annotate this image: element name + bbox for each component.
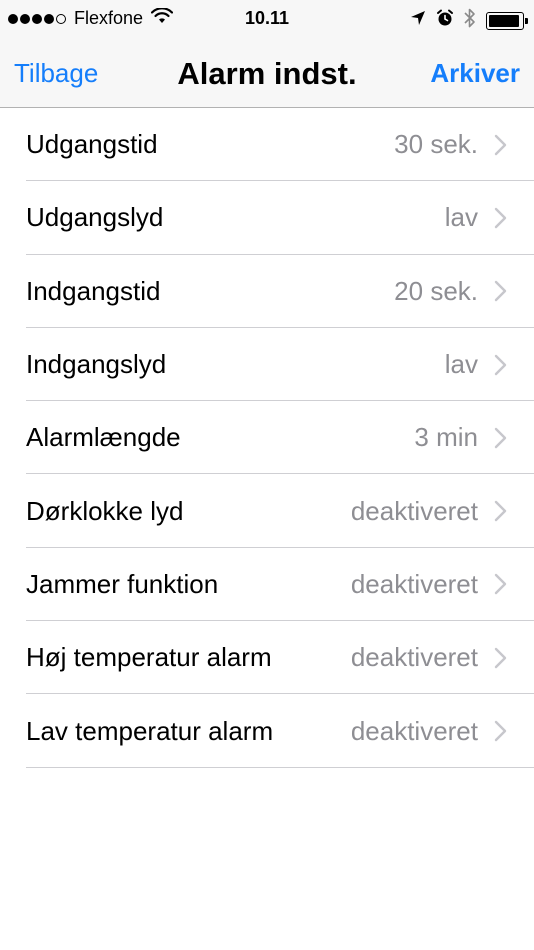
setting-row-jammer-funktion[interactable]: Jammer funktion deaktiveret	[0, 548, 534, 622]
setting-row-lav-temperatur-alarm[interactable]: Lav temperatur alarm deaktiveret	[0, 694, 534, 768]
save-button[interactable]: Arkiver	[430, 58, 520, 89]
chevron-right-icon	[494, 353, 508, 377]
status-left: Flexfone	[8, 7, 174, 29]
signal-dot	[32, 13, 42, 24]
setting-value: deaktiveret	[350, 495, 478, 526]
battery-icon	[486, 11, 528, 30]
setting-label: Indgangslyd	[26, 349, 167, 380]
setting-row-udgangstid[interactable]: Udgangstid 30 sek.	[0, 108, 534, 182]
setting-row-hoej-temperatur-alarm[interactable]: Høj temperatur alarm deaktiveret	[0, 621, 534, 695]
setting-value: 3 min	[414, 422, 478, 453]
setting-value: lav	[444, 349, 478, 380]
setting-value: 30 sek.	[394, 129, 478, 160]
top-bar: Flexfone 10.11 Tilbage Alarm indst. Arki…	[0, 0, 534, 108]
setting-value: deaktiveret	[350, 715, 478, 746]
setting-label: Udgangslyd	[26, 202, 164, 233]
setting-row-doerklokke-lyd[interactable]: Dørklokke lyd deaktiveret	[0, 474, 534, 549]
setting-value: deaktiveret	[350, 568, 478, 599]
signal-strength-icon	[8, 13, 68, 24]
setting-row-udgangslyd[interactable]: Udgangslyd lav	[0, 181, 534, 255]
setting-label: Jammer funktion	[26, 568, 219, 599]
chevron-right-icon	[494, 133, 508, 157]
back-button[interactable]: Tilbage	[14, 58, 98, 89]
wifi-icon	[150, 7, 174, 29]
status-bar: Flexfone 10.11	[0, 0, 534, 38]
bluetooth-icon	[464, 8, 476, 33]
chevron-right-icon	[494, 206, 508, 230]
signal-dot	[44, 13, 54, 24]
chevron-right-icon	[494, 646, 508, 670]
navigation-bar: Tilbage Alarm indst. Arkiver	[0, 38, 534, 108]
settings-list: Udgangstid 30 sek. Udgangslyd lav Indgan…	[0, 108, 534, 768]
setting-value: 20 sek.	[394, 275, 478, 306]
chevron-right-icon	[494, 499, 508, 523]
alarm-clock-icon	[436, 9, 454, 32]
setting-value: lav	[444, 202, 478, 233]
setting-label: Udgangstid	[26, 129, 158, 160]
setting-label: Indgangstid	[26, 275, 161, 306]
signal-dot-empty	[56, 13, 66, 24]
setting-label: Lav temperatur alarm	[26, 715, 274, 746]
setting-row-alarmlaengde[interactable]: Alarmlængde 3 min	[0, 401, 534, 475]
setting-label: Alarmlængde	[26, 422, 181, 453]
status-right	[400, 8, 528, 33]
signal-dot	[20, 13, 30, 24]
signal-dot	[8, 13, 18, 24]
chevron-right-icon	[494, 279, 508, 303]
carrier-name: Flexfone	[74, 8, 144, 28]
chevron-right-icon	[494, 719, 508, 743]
chevron-right-icon	[494, 426, 508, 450]
setting-value: deaktiveret	[350, 642, 478, 673]
battery-fill	[489, 14, 520, 27]
setting-label: Dørklokke lyd	[26, 495, 184, 526]
setting-row-indgangstid[interactable]: Indgangstid 20 sek.	[0, 255, 534, 329]
setting-label: Høj temperatur alarm	[26, 642, 272, 673]
chevron-right-icon	[494, 572, 508, 596]
setting-row-indgangslyd[interactable]: Indgangslyd lav	[0, 328, 534, 402]
location-arrow-icon	[410, 10, 426, 31]
